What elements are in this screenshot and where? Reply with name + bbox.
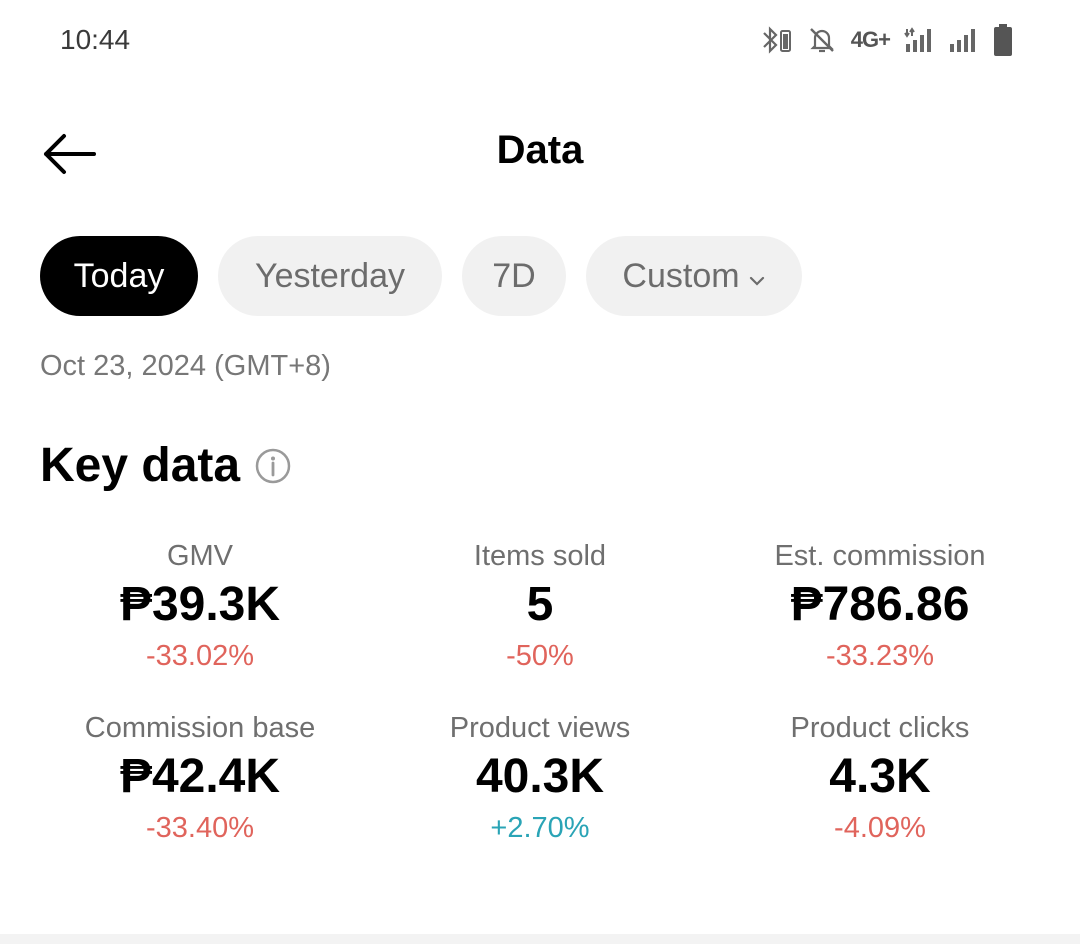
status-time: 10:44 <box>60 24 131 55</box>
tab-label: Yesterday <box>255 256 405 295</box>
metric-change: -4.09% <box>834 812 926 844</box>
metric-label: Commission base <box>84 712 316 744</box>
metric-value: ₱39.3K <box>119 578 281 631</box>
tab-label: Custom <box>622 256 740 295</box>
metrics-grid: GMV ₱39.3K -33.02% Items sold 5 -50% Est… <box>30 536 1050 850</box>
tab-7d[interactable]: 7D <box>462 236 566 316</box>
metric-label: Est. commission <box>774 540 986 572</box>
metric-label: Product clicks <box>790 712 970 744</box>
status-bar: 10:44 4G+ <box>0 0 1080 80</box>
tab-label: Today <box>73 256 165 295</box>
tab-label: 7D <box>492 256 536 295</box>
metric-items-sold[interactable]: Items sold 5 -50% <box>370 536 710 678</box>
status-icons: 4G+ <box>761 22 1014 58</box>
tab-today[interactable]: Today <box>40 236 198 316</box>
metric-value: ₱42.4K <box>119 750 281 803</box>
metric-commission-base[interactable]: Commission base ₱42.4K -33.40% <box>30 708 370 850</box>
metric-label: Product views <box>449 712 631 744</box>
metric-value: 5 <box>526 578 554 631</box>
mute-icon <box>807 25 837 55</box>
metric-product-views[interactable]: Product views 40.3K +2.70% <box>370 708 710 850</box>
tab-yesterday[interactable]: Yesterday <box>218 236 442 316</box>
metric-value: ₱786.86 <box>790 578 970 631</box>
signal-icon <box>904 26 934 54</box>
metric-change: -33.02% <box>145 640 254 672</box>
metric-change: -50% <box>506 640 574 672</box>
metric-est-commission[interactable]: Est. commission ₱786.86 -33.23% <box>710 536 1050 678</box>
metric-change: -33.40% <box>145 812 254 844</box>
bluetooth-battery-icon <box>761 25 793 55</box>
metric-label: GMV <box>166 540 234 572</box>
metric-gmv[interactable]: GMV ₱39.3K -33.02% <box>30 536 370 678</box>
section-divider <box>0 934 1080 944</box>
metric-value: 40.3K <box>475 750 605 803</box>
battery-icon <box>992 23 1014 57</box>
network-type: 4G+ <box>850 27 891 52</box>
metric-change: +2.70% <box>490 812 590 844</box>
metric-product-clicks[interactable]: Product clicks 4.3K -4.09% <box>710 708 1050 850</box>
metric-value: 4.3K <box>829 750 931 803</box>
metric-label: Items sold <box>473 540 607 572</box>
signal-icon <box>948 26 978 54</box>
date-range-text: Oct 23, 2024 (GMT+8) <box>40 350 331 382</box>
key-data-header: Key data <box>40 438 292 493</box>
info-icon[interactable] <box>254 447 292 485</box>
metric-change: -33.23% <box>825 640 934 672</box>
section-title: Key data <box>40 439 241 492</box>
range-tabs: Today Yesterday 7D Custom <box>40 236 802 316</box>
page-title: Data <box>496 128 584 172</box>
chevron-down-icon <box>748 257 766 296</box>
tab-custom[interactable]: Custom <box>586 236 802 316</box>
